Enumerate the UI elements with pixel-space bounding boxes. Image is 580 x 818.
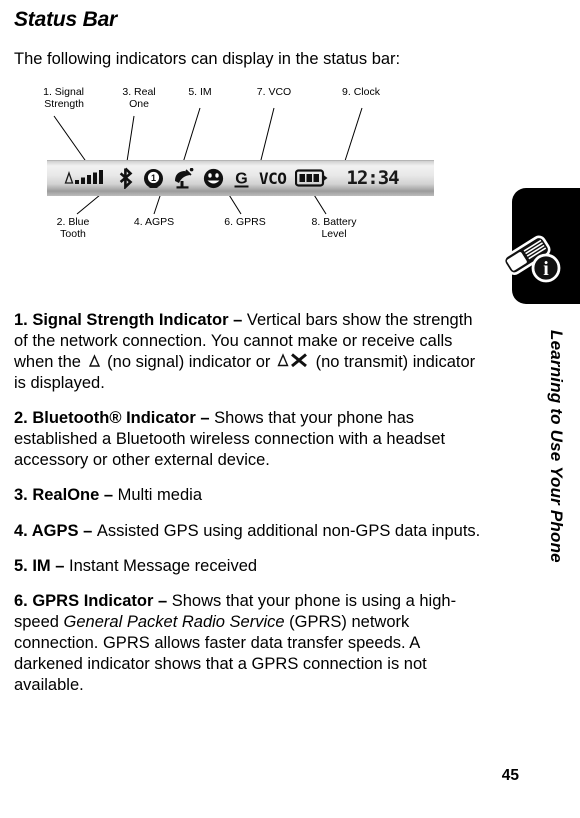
- agps-icon: [175, 167, 194, 189]
- item-lead: 6. GPRS Indicator –: [14, 591, 172, 610]
- callout-label-gprs: 6. GPRS: [224, 215, 266, 228]
- item-lead: 2. Bluetooth® Indicator –: [14, 409, 215, 428]
- status-bar-graphic: 1 G VCO 12:34: [47, 159, 434, 196]
- callout-label-vco: 7. VCO: [256, 85, 292, 98]
- item-bluetooth-indicator: 2. Bluetooth® Indicator – Shows that you…: [14, 408, 482, 471]
- item-agps: 4. AGPS – Assisted GPS using additional …: [14, 521, 482, 542]
- chapter-margin-tab: i: [502, 188, 580, 304]
- callout-label-real-one: 3. Real One: [122, 85, 156, 110]
- callout-label-clock: 9. Clock: [342, 85, 380, 98]
- callout-label-signal-strength: 1. Signal Strength: [43, 85, 84, 110]
- battery-icon: [295, 169, 328, 187]
- no-signal-icon: [88, 354, 100, 367]
- callout-label-bluetooth: 2. Blue Tooth: [56, 215, 90, 240]
- item-lead: 5. IM –: [14, 556, 70, 575]
- page-number: 45: [501, 767, 519, 784]
- page-content: Status Bar The following indicators can …: [14, 0, 482, 710]
- item-body-2: (no signal) indicator or: [102, 352, 275, 371]
- status-bar-icon-row: 1 G VCO 12:34: [64, 167, 400, 190]
- status-bar-callout-diagram: 1. Signal Strength 3. Real One 5. IM 7. …: [14, 86, 454, 286]
- item-lead: 4. AGPS –: [14, 521, 97, 540]
- svg-text:i: i: [543, 258, 549, 280]
- no-transmit-icon: [277, 353, 307, 368]
- callout-label-im: 5. IM: [188, 85, 212, 98]
- im-icon: [203, 168, 224, 188]
- realone-icon: 1: [144, 168, 163, 188]
- callout-label-battery-level: 8. Battery Level: [311, 215, 357, 240]
- item-lead: 1. Signal Strength Indicator –: [14, 310, 247, 329]
- item-body-italic: General Packet Radio Service: [63, 612, 285, 631]
- item-body: Assisted GPS using additional non-GPS da…: [96, 521, 481, 540]
- item-lead: 3. RealOne –: [14, 486, 118, 505]
- intro-paragraph: The following indicators can display in …: [14, 50, 401, 69]
- page-title: Status Bar: [14, 8, 118, 31]
- clock-text: 12:34: [346, 167, 399, 190]
- gprs-icon: G: [234, 170, 249, 188]
- callout-label-agps: 4. AGPS: [133, 215, 175, 228]
- item-signal-strength-indicator: 1. Signal Strength Indicator – Vertical …: [14, 310, 482, 394]
- item-body: Instant Message received: [69, 556, 258, 575]
- chapter-side-title: Learning to Use Your Phone: [547, 330, 566, 563]
- indicator-descriptions: 1. Signal Strength Indicator – Vertical …: [14, 310, 482, 697]
- item-realone: 3. RealOne – Multi media: [14, 485, 482, 506]
- phone-info-icon: i: [502, 235, 561, 283]
- item-im: 5. IM – Instant Message received: [14, 556, 482, 577]
- signal-strength-icon: [64, 170, 103, 185]
- gprs-letter: G: [235, 170, 247, 187]
- bluetooth-icon: [119, 167, 133, 190]
- svg-text:1: 1: [151, 173, 156, 183]
- vco-icon: VCO: [259, 168, 287, 188]
- item-gprs-indicator: 6. GPRS Indicator – Shows that your phon…: [14, 591, 482, 697]
- item-body: Multi media: [117, 486, 203, 505]
